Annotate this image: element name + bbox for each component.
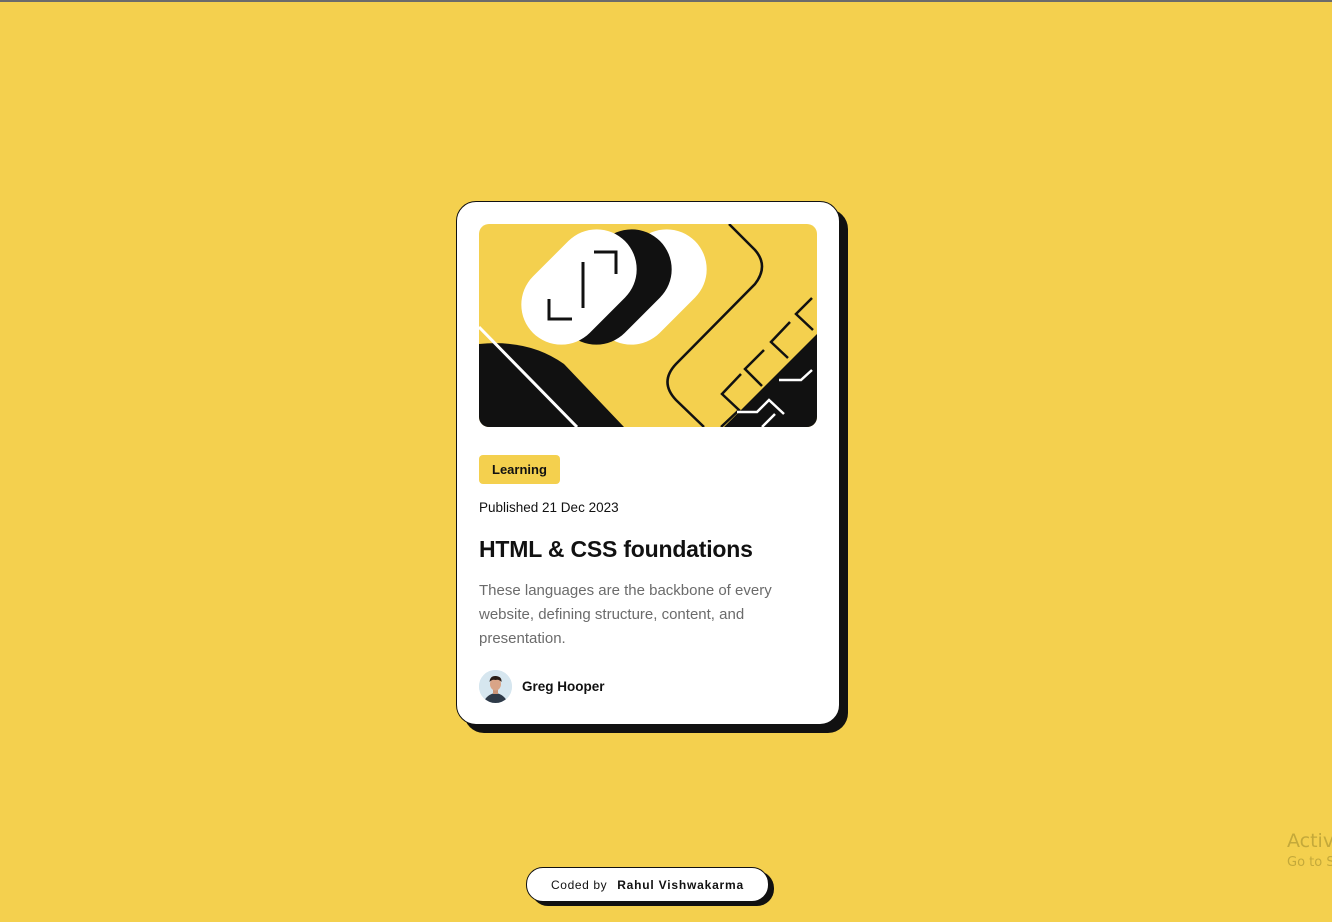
- category-tag: Learning: [479, 455, 560, 484]
- attribution-prefix: Coded by: [551, 877, 608, 892]
- activation-watermark: Activ Go to S: [1287, 830, 1332, 870]
- avatar: [479, 670, 512, 703]
- author-row: Greg Hooper: [479, 670, 605, 703]
- card-title[interactable]: HTML & CSS foundations: [479, 536, 817, 563]
- watermark-line-2: Go to S: [1287, 855, 1332, 870]
- author-name: Greg Hooper: [522, 679, 605, 694]
- card-illustration: [479, 224, 817, 427]
- attribution-link[interactable]: Rahul Vishwakarma: [617, 878, 744, 892]
- blog-preview-card: Learning Published 21 Dec 2023 HTML & CS…: [456, 201, 840, 725]
- publish-date: Published 21 Dec 2023: [479, 500, 619, 515]
- attribution-badge: Coded by Rahul Vishwakarma: [526, 867, 769, 902]
- watermark-line-1: Activ: [1287, 830, 1332, 852]
- card-description: These languages are the backbone of ever…: [479, 582, 772, 647]
